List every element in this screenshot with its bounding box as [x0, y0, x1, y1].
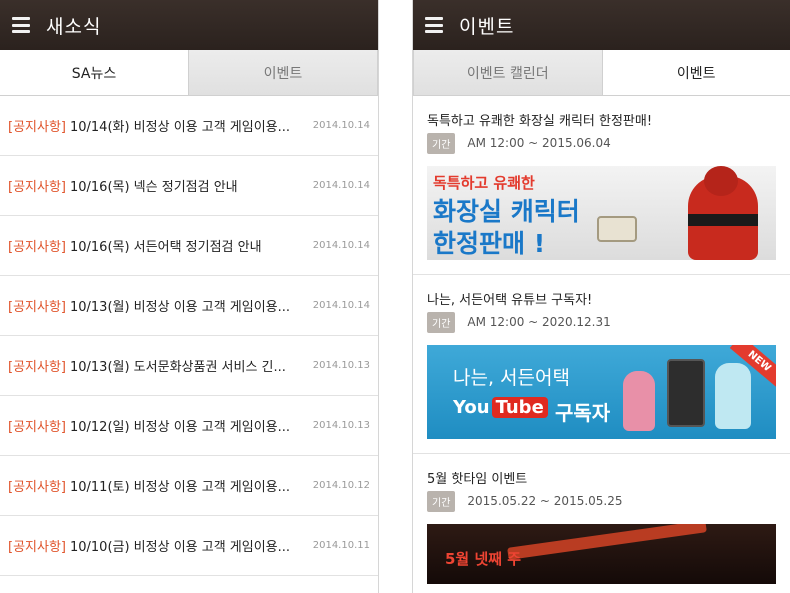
app-bar: 새소식	[0, 0, 378, 50]
phone-icon	[667, 359, 705, 427]
notice-tag: [공지사항]	[8, 480, 66, 495]
blue-bear-icon	[715, 363, 751, 429]
event-period: 기간 2015.05.22 ~ 2015.05.25	[427, 488, 776, 514]
news-title: 10/16(목) 서든어택 정기점검 안내	[69, 240, 262, 255]
event-title: 나는, 서든어택 유튜브 구독자!	[427, 293, 593, 308]
period-badge: 기간	[427, 490, 456, 512]
notice-tag: [공지사항]	[8, 240, 66, 255]
event-title: 5월 핫타임 이벤트	[427, 472, 528, 487]
period-text: 2015.05.22 ~ 2015.05.25	[467, 494, 623, 508]
news-row[interactable]: [공지사항] 10/12(일) 비정상 이용 고객 게임이용... 2014.1…	[0, 396, 378, 456]
event-item[interactable]: 독특하고 유쾌한 화장실 캐릭터 한정판매! 기간 AM 12:00 ~ 201…	[413, 96, 790, 275]
event-screen: 이벤트 이벤트 캘린더 이벤트 독특하고 유쾌한 화장실 캐릭터 한정판매! 기…	[412, 0, 790, 593]
page-title: 이벤트	[459, 15, 515, 38]
tab-event-calendar[interactable]: 이벤트 캘린더	[413, 50, 603, 95]
news-list: [공지사항] 10/14(화) 비정상 이용 고객 게임이용... 2014.1…	[0, 96, 378, 576]
news-title: 10/14(화) 비정상 이용 고객 게임이용...	[69, 120, 291, 135]
menu-icon[interactable]	[425, 17, 443, 33]
pink-bear-icon	[623, 371, 655, 431]
tab-bar: SA뉴스 이벤트	[0, 50, 378, 96]
news-row[interactable]: [공지사항] 10/14(화) 비정상 이용 고객 게임이용... 2014.1…	[0, 96, 378, 156]
character-belt-icon	[688, 214, 758, 226]
notice-tag: [공지사항]	[8, 120, 66, 135]
news-title: 10/13(월) 비정상 이용 고객 게임이용...	[69, 300, 291, 315]
news-date: 2014.10.13	[312, 360, 370, 371]
event-title: 독특하고 유쾌한 화장실 캐릭터 한정판매!	[427, 114, 653, 129]
banner-text: 독특하고 유쾌한	[433, 174, 535, 192]
page-title: 새소식	[46, 15, 102, 38]
tab-bar: 이벤트 캘린더 이벤트	[413, 50, 790, 96]
app-bar: 이벤트	[413, 0, 790, 50]
news-row[interactable]: [공지사항] 10/16(목) 넥슨 정기점검 안내 2014.10.14	[0, 156, 378, 216]
banner-text: 5월 넷째 주	[445, 550, 522, 568]
tab-events[interactable]: 이벤트	[602, 50, 790, 95]
period-badge: 기간	[427, 311, 456, 333]
news-row[interactable]: [공지사항] 10/16(목) 서든어택 정기점검 안내 2014.10.14	[0, 216, 378, 276]
toilet-icon	[597, 216, 637, 242]
news-title: 10/12(일) 비정상 이용 고객 게임이용...	[69, 420, 291, 435]
news-title: 10/11(토) 비정상 이용 고객 게임이용...	[69, 480, 291, 495]
event-item[interactable]: 나는, 서든어택 유튜브 구독자! 기간 AM 12:00 ~ 2020.12.…	[413, 275, 790, 454]
news-date: 2014.10.13	[312, 420, 370, 431]
news-date: 2014.10.12	[312, 480, 370, 491]
period-badge: 기간	[427, 132, 456, 154]
notice-tag: [공지사항]	[8, 360, 66, 375]
tab-sa-news[interactable]: SA뉴스	[0, 50, 188, 95]
banner-text: 나는, 서든어택	[453, 367, 570, 389]
news-date: 2014.10.11	[312, 540, 370, 551]
news-date: 2014.10.14	[312, 180, 370, 191]
banner-text: 한정판매 !	[433, 229, 546, 258]
event-period: 기간 AM 12:00 ~ 2020.12.31	[427, 309, 776, 335]
tab-events[interactable]: 이벤트	[188, 50, 378, 95]
banner-text: 구독자	[555, 401, 611, 425]
notice-tag: [공지사항]	[8, 540, 66, 555]
period-text: AM 12:00 ~ 2020.12.31	[467, 315, 611, 329]
period-text: AM 12:00 ~ 2015.06.04	[467, 136, 611, 150]
news-date: 2014.10.14	[312, 120, 370, 131]
rifle-icon	[507, 524, 707, 560]
event-banner[interactable]: 독특하고 유쾌한 화장실 캐릭터 한정판매 !	[427, 166, 776, 260]
news-title: 10/10(금) 비정상 이용 고객 게임이용...	[69, 540, 291, 555]
banner-text: 화장실 캐릭터	[433, 197, 580, 226]
screen-gap	[379, 0, 412, 593]
menu-icon[interactable]	[12, 17, 30, 33]
youtube-logo-icon: You Tube	[453, 397, 548, 418]
news-title: 10/13(월) 도서문화상품권 서비스 긴...	[69, 360, 286, 375]
event-banner[interactable]: 나는, 서든어택 You Tube 구독자 NEW	[427, 345, 776, 439]
news-title: 10/16(목) 넥슨 정기점검 안내	[69, 180, 238, 195]
news-date: 2014.10.14	[312, 240, 370, 251]
news-row[interactable]: [공지사항] 10/11(토) 비정상 이용 고객 게임이용... 2014.1…	[0, 456, 378, 516]
news-row[interactable]: [공지사항] 10/13(월) 비정상 이용 고객 게임이용... 2014.1…	[0, 276, 378, 336]
event-banner[interactable]: 5월 넷째 주	[427, 524, 776, 584]
notice-tag: [공지사항]	[8, 420, 66, 435]
character-head-icon	[704, 166, 738, 196]
news-date: 2014.10.14	[312, 300, 370, 311]
news-row[interactable]: [공지사항] 10/13(월) 도서문화상품권 서비스 긴... 2014.10…	[0, 336, 378, 396]
event-period: 기간 AM 12:00 ~ 2015.06.04	[427, 130, 776, 156]
notice-tag: [공지사항]	[8, 300, 66, 315]
notice-tag: [공지사항]	[8, 180, 66, 195]
news-row[interactable]: [공지사항] 10/10(금) 비정상 이용 고객 게임이용... 2014.1…	[0, 516, 378, 576]
event-item[interactable]: 5월 핫타임 이벤트 기간 2015.05.22 ~ 2015.05.25 5월…	[413, 454, 790, 584]
news-screen: 새소식 SA뉴스 이벤트 [공지사항] 10/14(화) 비정상 이용 고객 게…	[0, 0, 379, 593]
